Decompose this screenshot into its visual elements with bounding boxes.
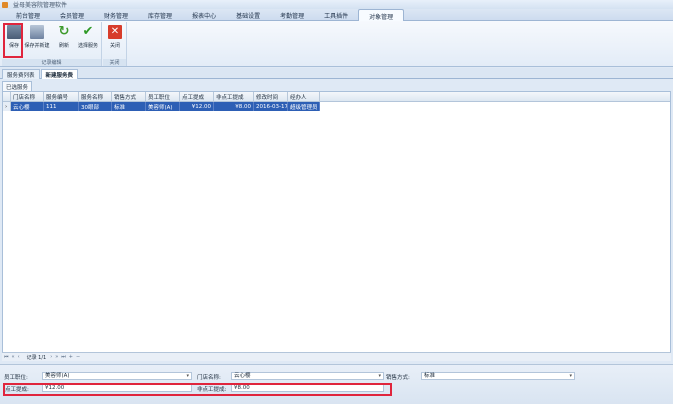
tab-finance[interactable]: 财务管理: [94, 9, 138, 21]
app-icon: [2, 1, 8, 8]
prev-page-icon[interactable]: «: [12, 354, 15, 360]
tab-tools[interactable]: 工具插件: [314, 9, 358, 21]
sales-method-value: 标准: [424, 373, 436, 379]
close-label: 关闭: [109, 43, 120, 49]
col-store-name[interactable]: 门店名称: [11, 92, 44, 102]
tab-reports[interactable]: 报表中心: [182, 9, 226, 21]
chevron-down-icon: ▾: [186, 373, 189, 379]
grid-header: 门店名称 服务编号 服务名称 销售方式 员工职位 点工提成 非点工提成 修改时间…: [3, 92, 670, 102]
col-service-name[interactable]: 服务名称: [79, 92, 112, 102]
prev-record-icon[interactable]: ‹: [18, 354, 20, 360]
next-page-icon[interactable]: »: [55, 354, 58, 360]
group-label-record-edit: 记录编辑: [2, 59, 101, 66]
save-highlight-box: [3, 23, 23, 58]
cell-service-name[interactable]: 30眼部: [79, 102, 112, 111]
row-indicator: ›: [3, 102, 11, 111]
select-service-label: 选择服务: [77, 43, 98, 49]
col-service-no[interactable]: 服务编号: [44, 92, 79, 102]
close-button[interactable]: ✕ 关闭: [104, 24, 126, 56]
store-name-select[interactable]: 云心樱 ▾: [231, 372, 384, 380]
tab-members[interactable]: 会员管理: [50, 9, 94, 21]
refresh-button[interactable]: ↻ 刷新: [53, 24, 75, 56]
store-name-value: 云心樱: [234, 373, 251, 379]
cell-point-commission[interactable]: ¥12.00: [180, 102, 214, 111]
sales-method-label: 销售方式:: [386, 375, 410, 381]
first-record-icon[interactable]: ⏮: [4, 354, 9, 360]
save-new-label: 保存并新建: [24, 43, 50, 49]
add-record-icon[interactable]: +: [69, 354, 73, 360]
check-icon: ✔: [82, 24, 94, 39]
row-indicator-header: [3, 92, 11, 102]
save-new-icon: [30, 25, 44, 39]
tab-settings[interactable]: 基础设置: [226, 9, 270, 21]
ribbon-tabs: 前台管理 会员管理 财务管理 库存管理 报表中心 基础设置 考勤管理 工具插件 …: [0, 9, 673, 22]
cell-store-name[interactable]: 云心樱: [11, 102, 44, 111]
col-staff-position[interactable]: 员工职位: [146, 92, 180, 102]
tab-inventory[interactable]: 库存管理: [138, 9, 182, 21]
sales-method-select[interactable]: 标准 ▾: [421, 372, 575, 380]
store-name-label: 门店名称:: [197, 375, 221, 381]
last-record-icon[interactable]: ⏭: [61, 354, 66, 360]
table-row[interactable]: › 云心樱 111 30眼部 标准 美容师(A) ¥12.00 ¥8.00 20…: [3, 102, 320, 111]
ribbon: 保存 保存并新建 ↻ 刷新 ✔ 选择服务 记录编辑 ✕ 关闭 关闭: [0, 21, 673, 67]
document-tabs: 服务费列表 新建服务费: [0, 68, 673, 79]
staff-position-select[interactable]: 美容师(A) ▾: [42, 372, 192, 380]
cell-service-no[interactable]: 111: [44, 102, 79, 111]
record-navigator: ⏮ « ‹ 记录 1/1 › » ⏭ + −: [2, 352, 671, 361]
window-title: 益母美容院管理软件: [13, 2, 68, 9]
next-record-icon[interactable]: ›: [50, 354, 52, 360]
record-counter: 记录 1/1: [26, 354, 47, 361]
tab-attendance[interactable]: 考勤管理: [270, 9, 314, 21]
staff-position-value: 美容师(A): [45, 373, 70, 379]
refresh-label: 刷新: [58, 43, 69, 49]
col-point-commission[interactable]: 点工提成: [180, 92, 214, 102]
col-modified-time[interactable]: 修改时间: [254, 92, 288, 102]
cell-modified-time[interactable]: 2016-03-17: [254, 102, 288, 111]
close-icon: ✕: [108, 25, 122, 39]
commission-highlight-box: [3, 383, 392, 396]
delete-record-icon[interactable]: −: [76, 354, 80, 360]
staff-position-label: 员工职位:: [4, 375, 28, 381]
tab-selected-services[interactable]: 已选服务: [2, 81, 33, 91]
title-bar: 益母美容院管理软件: [0, 0, 673, 9]
cell-handler[interactable]: 超级管理员: [288, 102, 320, 111]
group-close: ✕ 关闭 关闭: [103, 22, 127, 66]
save-and-new-button[interactable]: 保存并新建: [24, 24, 50, 56]
tab-new-service-fee[interactable]: 新建服务费: [40, 69, 79, 79]
tab-front-desk[interactable]: 前台管理: [6, 9, 50, 21]
chevron-down-icon: ▾: [569, 373, 572, 379]
cell-non-point-commission[interactable]: ¥8.00: [214, 102, 254, 111]
cell-staff-position[interactable]: 美容师(A): [146, 102, 180, 111]
col-sales-method[interactable]: 销售方式: [112, 92, 146, 102]
chevron-down-icon: ▾: [378, 373, 381, 379]
group-label-close: 关闭: [103, 59, 126, 66]
select-service-button[interactable]: ✔ 选择服务: [77, 24, 99, 56]
services-grid: 门店名称 服务编号 服务名称 销售方式 员工职位 点工提成 非点工提成 修改时间…: [2, 91, 671, 353]
cell-sales-method[interactable]: 标准: [112, 102, 146, 111]
refresh-icon: ↻: [58, 24, 70, 39]
col-non-point-commission[interactable]: 非点工提成: [214, 92, 254, 102]
tab-service-fee-list[interactable]: 服务费列表: [2, 69, 40, 79]
col-handler[interactable]: 经办人: [288, 92, 320, 102]
